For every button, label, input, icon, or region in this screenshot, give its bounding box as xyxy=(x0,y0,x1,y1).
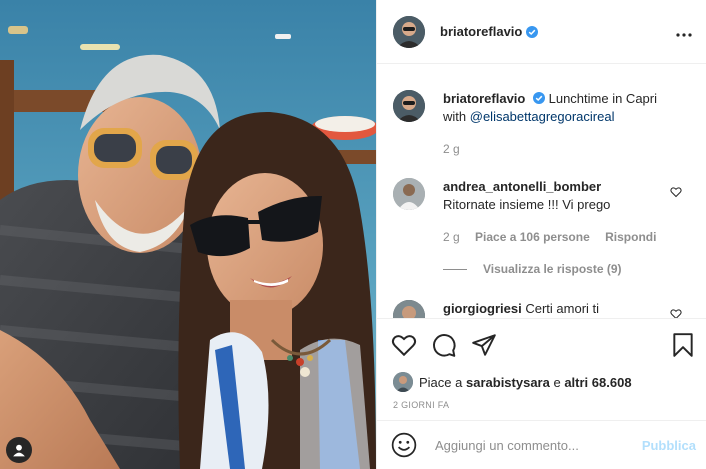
comment-text: andrea_antonelli_bomber Ritornate insiem… xyxy=(443,178,681,246)
caption: briatoreflavio Lunchtime in Capri with @… xyxy=(393,90,692,158)
caption-body: Lunchtime in Capri xyxy=(548,91,657,106)
comment-item: giorgiogriesi Certi amori ti xyxy=(393,300,692,318)
comment-bubble-icon[interactable] xyxy=(431,332,457,358)
caption-username[interactable]: briatoreflavio xyxy=(443,91,525,106)
commenter-avatar[interactable] xyxy=(393,300,425,318)
reply-button[interactable]: Rispondi xyxy=(605,230,656,244)
selfie-image xyxy=(0,0,376,469)
caption-avatar[interactable] xyxy=(393,90,425,122)
verified-badge-icon xyxy=(532,92,545,104)
comment-body: Ritornate insieme !!! Vi prego xyxy=(443,197,611,212)
like-comment-heart-icon[interactable] xyxy=(670,308,682,318)
save-bookmark-icon[interactable] xyxy=(670,332,696,358)
add-comment-bar: Pubblica xyxy=(377,420,706,469)
post-side-panel: briatoreflavio briatoreflavio Lunchtime … xyxy=(376,0,706,469)
author-avatar[interactable] xyxy=(393,15,425,48)
comment-meta: 2 g Piace a 106 persone Rispondi xyxy=(443,228,681,246)
liker-username[interactable]: sarabistysara xyxy=(466,375,550,390)
caption-mention-link[interactable]: @elisabettagregoracireal xyxy=(470,109,615,124)
likes-others-link[interactable]: altri 68.608 xyxy=(564,375,631,390)
comment-username[interactable]: andrea_antonelli_bomber xyxy=(443,179,601,194)
action-icons-bar xyxy=(377,319,706,371)
caption-with: with xyxy=(443,109,467,124)
like-heart-icon[interactable] xyxy=(391,332,417,358)
comment-input[interactable] xyxy=(433,436,627,454)
likes-middle: e xyxy=(553,374,561,390)
caption-text: briatoreflavio Lunchtime in Capri with @… xyxy=(443,90,681,158)
more-horizontal-icon xyxy=(676,32,692,37)
caption-meta: 2 g xyxy=(443,140,681,158)
post-header: briatoreflavio xyxy=(377,0,706,64)
comment-likes-link[interactable]: Piace a 106 persone xyxy=(475,230,590,244)
avatar-image xyxy=(393,300,425,318)
avatar-image xyxy=(393,90,425,122)
comment-username[interactable]: giorgiogriesi xyxy=(443,301,522,316)
user-icon xyxy=(13,444,25,457)
replies-divider xyxy=(443,268,467,270)
avatar-image xyxy=(393,372,413,392)
avatar-image xyxy=(393,178,425,210)
emoji-smiley-icon[interactable] xyxy=(391,432,417,458)
comment-item: andrea_antonelli_bomber Ritornate insiem… xyxy=(393,178,692,246)
post-date: 2 GIORNI FA xyxy=(393,400,450,410)
commenter-avatar[interactable] xyxy=(393,178,425,210)
post-photo[interactable] xyxy=(0,0,376,469)
verified-badge-icon xyxy=(526,25,539,38)
liker-avatar xyxy=(393,372,413,392)
view-replies-button[interactable]: Visualizza le risposte (9) xyxy=(443,262,622,276)
likes-summary[interactable]: Piace a sarabistysara e altri 68.608 xyxy=(377,371,706,393)
author-username[interactable]: briatoreflavio xyxy=(440,24,522,39)
comment-text: giorgiogriesi Certi amori ti xyxy=(443,300,681,318)
instagram-post: briatoreflavio briatoreflavio Lunchtime … xyxy=(0,0,706,469)
more-options-button[interactable] xyxy=(676,24,692,40)
comments-list[interactable]: briatoreflavio Lunchtime in Capri with @… xyxy=(377,64,706,318)
likes-prefix: Piace a xyxy=(419,374,463,390)
avatar-image xyxy=(393,15,425,48)
tagged-people-button[interactable] xyxy=(6,437,32,463)
like-comment-heart-icon[interactable] xyxy=(670,186,682,198)
publish-button[interactable]: Pubblica xyxy=(642,438,696,453)
post-actions: Piace a sarabistysara e altri 68.608 2 G… xyxy=(377,318,706,410)
share-send-icon[interactable] xyxy=(471,332,497,358)
comment-age: 2 g xyxy=(443,230,460,244)
view-replies-label: Visualizza le risposte (9) xyxy=(483,262,622,276)
comment-body: Certi amori ti xyxy=(525,301,600,316)
caption-age: 2 g xyxy=(443,142,460,156)
